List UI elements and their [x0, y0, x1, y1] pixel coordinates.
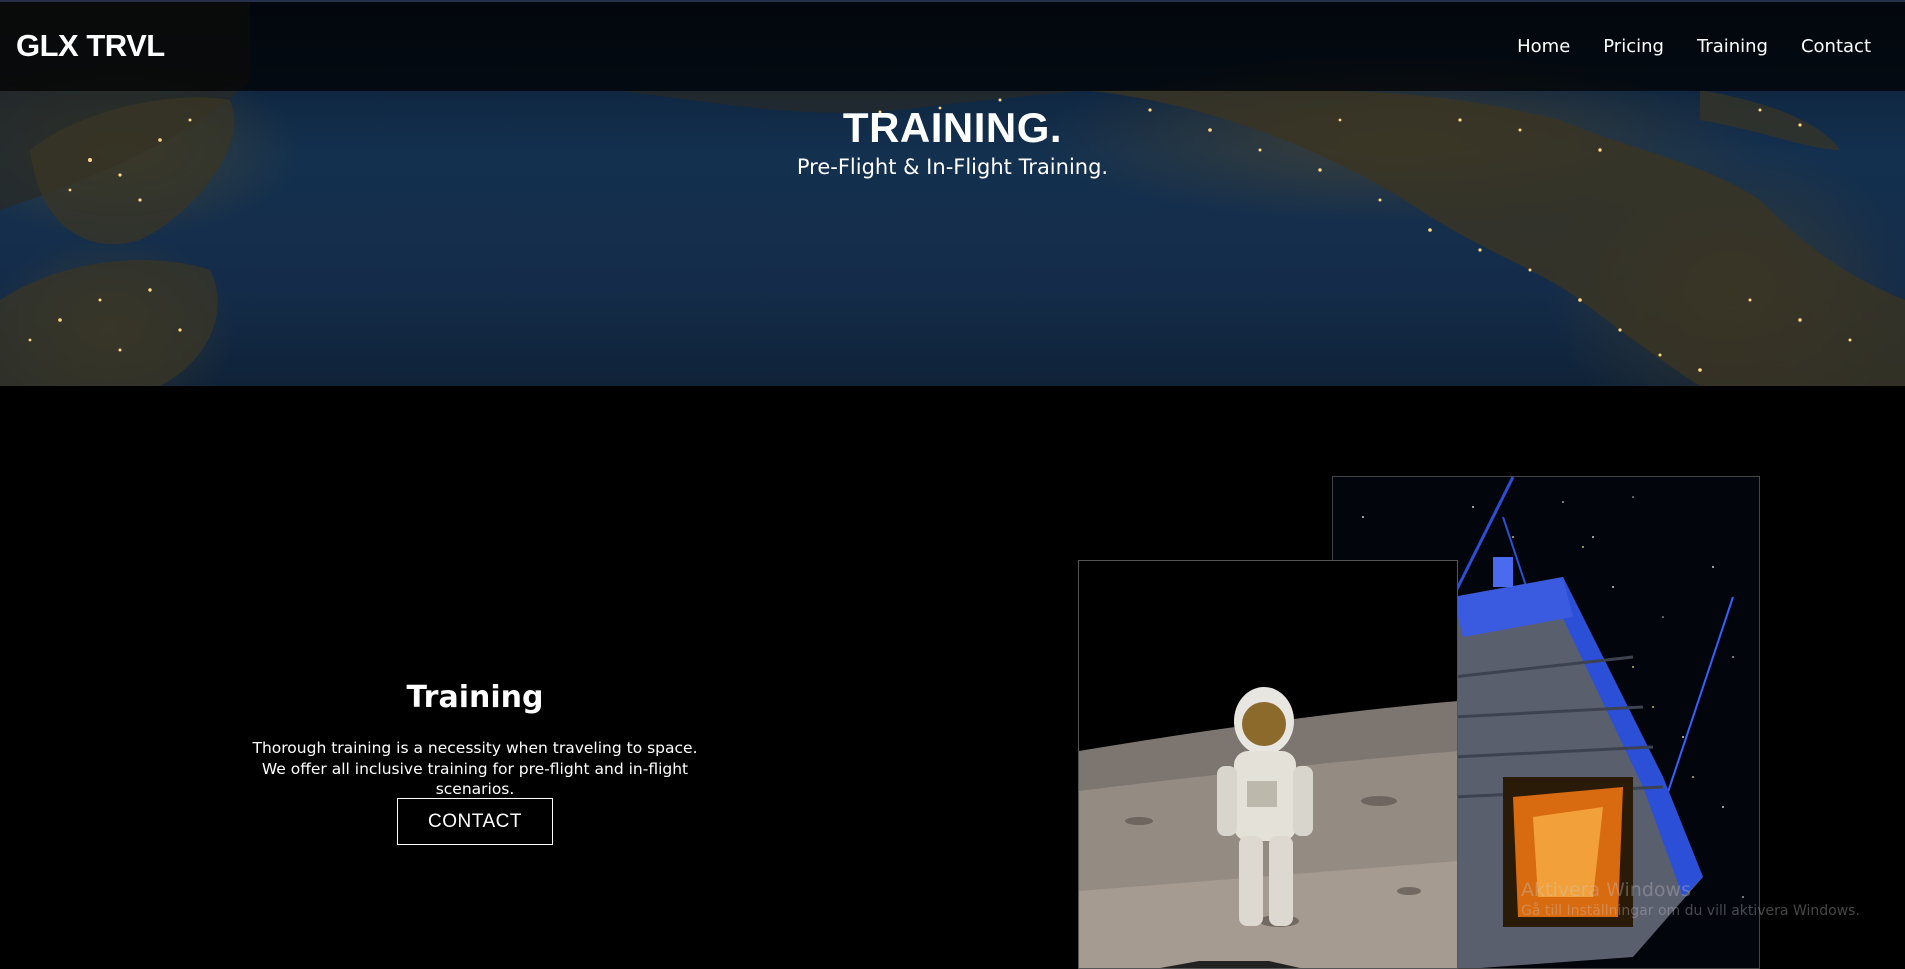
site-logo[interactable]: GLX TRVL — [16, 28, 165, 64]
nav-link-contact[interactable]: Contact — [1801, 36, 1871, 57]
nav-link-training[interactable]: Training — [1697, 36, 1768, 57]
nav-link-pricing[interactable]: Pricing — [1603, 36, 1664, 57]
astronaut-moon-image — [1078, 560, 1458, 969]
section-title: Training — [406, 680, 544, 715]
nav-links: Home Pricing Training Contact — [1517, 36, 1905, 57]
hero-title: TRAINING. — [842, 104, 1063, 151]
windows-activation-title: Aktivera Windows — [1521, 879, 1691, 901]
nav-link-home[interactable]: Home — [1517, 36, 1570, 57]
section-description: Thorough training is a necessity when tr… — [252, 739, 698, 798]
windows-activation-subtitle: Gå till Inställningar om du vill aktiver… — [1521, 903, 1860, 919]
top-navigation: GLX TRVL Home Pricing Training Contact — [0, 0, 1905, 91]
hero-subtitle: Pre-Flight & In-Flight Training. — [796, 155, 1109, 179]
contact-button[interactable]: CONTACT — [397, 798, 553, 845]
